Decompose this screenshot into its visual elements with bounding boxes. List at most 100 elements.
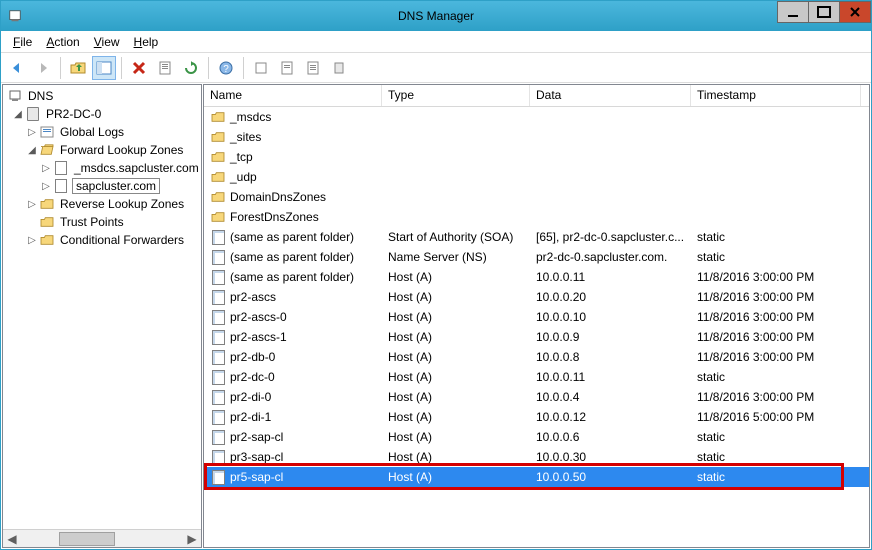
record-icon — [210, 429, 226, 445]
list-item[interactable]: pr2-ascs-0Host (A)10.0.0.1011/8/2016 3:0… — [204, 307, 869, 327]
properties-button[interactable] — [153, 56, 177, 80]
close-button[interactable] — [839, 1, 871, 23]
list-item[interactable]: pr2-db-0Host (A)10.0.0.811/8/2016 3:00:0… — [204, 347, 869, 367]
item-data: [65], pr2-dc-0.sapcluster.c... — [530, 230, 691, 244]
tree-msdcs-zone[interactable]: ▷ _msdcs.sapcluster.com — [3, 159, 201, 177]
item-type: Host (A) — [382, 290, 530, 304]
col-timestamp[interactable]: Timestamp — [691, 85, 861, 106]
tree-root[interactable]: DNS — [3, 87, 201, 105]
titlebar[interactable]: DNS Manager — [1, 1, 871, 31]
item-type: Host (A) — [382, 470, 530, 484]
maximize-button[interactable] — [808, 1, 840, 23]
record-icon — [210, 369, 226, 385]
list-body[interactable]: _msdcs_sites_tcp_udp DomainDnsZones Forest… — [204, 107, 869, 547]
toolbar-button-3[interactable] — [301, 56, 325, 80]
scroll-thumb[interactable] — [59, 532, 115, 546]
tree-root-label: DNS — [26, 89, 55, 103]
menu-help[interactable]: Help — [128, 33, 165, 51]
minimize-button[interactable] — [777, 1, 809, 23]
list-item[interactable]: _msdcs — [204, 107, 869, 127]
tree-global-logs[interactable]: ▷ Global Logs — [3, 123, 201, 141]
tree[interactable]: DNS ◢ PR2-DC-0 ▷ Global Logs ◢ Forward L… — [3, 85, 201, 529]
folder-open-icon — [39, 142, 55, 158]
item-name: pr5-sap-cl — [230, 470, 283, 484]
item-data: 10.0.0.6 — [530, 430, 691, 444]
tree-global-logs-label: Global Logs — [58, 125, 126, 139]
up-folder-button[interactable] — [66, 56, 90, 80]
back-button[interactable] — [5, 56, 29, 80]
dns-icon — [7, 88, 23, 104]
list-item[interactable]: pr2-di-1Host (A)10.0.0.1211/8/2016 5:00:… — [204, 407, 869, 427]
forward-button[interactable] — [31, 56, 55, 80]
item-name: pr3-sap-cl — [230, 450, 283, 464]
scroll-right-button[interactable]: ▶ — [183, 531, 201, 547]
record-icon — [210, 389, 226, 405]
item-type: Host (A) — [382, 330, 530, 344]
list-item[interactable]: ForestDnsZones — [204, 207, 869, 227]
tree-fwd-zones[interactable]: ◢ Forward Lookup Zones — [3, 141, 201, 159]
list-item[interactable]: pr3-sap-clHost (A)10.0.0.30static — [204, 447, 869, 467]
expand-icon[interactable]: ▷ — [25, 127, 39, 138]
record-icon — [210, 349, 226, 365]
menu-view[interactable]: View — [88, 33, 126, 51]
collapse-icon[interactable]: ◢ — [25, 145, 39, 156]
list-item[interactable]: pr2-ascs-1Host (A)10.0.0.911/8/2016 3:00… — [204, 327, 869, 347]
toolbar-button-2[interactable] — [275, 56, 299, 80]
list-item[interactable]: pr2-di-0Host (A)10.0.0.411/8/2016 3:00:0… — [204, 387, 869, 407]
toolbar-button-4[interactable] — [327, 56, 351, 80]
list-item[interactable]: pr2-sap-clHost (A)10.0.0.6static — [204, 427, 869, 447]
scroll-left-button[interactable]: ◀ — [3, 531, 21, 547]
delete-button[interactable] — [127, 56, 151, 80]
col-type[interactable]: Type — [382, 85, 530, 106]
list-item[interactable]: pr2-dc-0Host (A)10.0.0.11static — [204, 367, 869, 387]
toolbar-button-1[interactable] — [249, 56, 273, 80]
menu-file[interactable]: File — [7, 33, 38, 51]
refresh-button[interactable] — [179, 56, 203, 80]
help-button[interactable]: ? — [214, 56, 238, 80]
expand-icon[interactable]: ▷ — [39, 181, 53, 192]
tree-server-label: PR2-DC-0 — [44, 107, 103, 121]
tree-fwd-zones-label: Forward Lookup Zones — [58, 143, 185, 157]
item-name: (same as parent folder) — [230, 250, 354, 264]
svg-text:?: ? — [223, 64, 229, 75]
list-item[interactable]: (same as parent folder)Host (A)10.0.0.11… — [204, 267, 869, 287]
list-item[interactable]: _sites — [204, 127, 869, 147]
menu-action[interactable]: Action — [40, 33, 85, 51]
tree-server[interactable]: ◢ PR2-DC-0 — [3, 105, 201, 123]
record-icon — [210, 289, 226, 305]
tree-msdcs-label: _msdcs.sapcluster.com — [72, 161, 201, 175]
col-data[interactable]: Data — [530, 85, 691, 106]
tree-rev-zones-label: Reverse Lookup Zones — [58, 197, 186, 211]
expand-icon[interactable]: ▷ — [39, 163, 53, 174]
list-item[interactable]: (same as parent folder)Name Server (NS)p… — [204, 247, 869, 267]
list-item[interactable]: (same as parent folder)Start of Authorit… — [204, 227, 869, 247]
item-type: Host (A) — [382, 310, 530, 324]
tree-trust-points[interactable]: Trust Points — [3, 213, 201, 231]
col-name[interactable]: Name — [204, 85, 382, 106]
folder-icon — [39, 232, 55, 248]
collapse-icon[interactable]: ◢ — [11, 109, 25, 120]
item-data: 10.0.0.20 — [530, 290, 691, 304]
item-name: pr2-ascs-1 — [230, 330, 287, 344]
list-item[interactable]: DomainDnsZones — [204, 187, 869, 207]
list-item[interactable]: _udp — [204, 167, 869, 187]
item-timestamp: 11/8/2016 3:00:00 PM — [691, 290, 861, 304]
folder-icon — [39, 196, 55, 212]
item-name: DomainDnsZones — [230, 190, 326, 204]
item-type: Host (A) — [382, 270, 530, 284]
tree-hscroll[interactable]: ◀ ▶ — [3, 529, 201, 547]
show-hide-button[interactable] — [92, 56, 116, 80]
expand-icon[interactable]: ▷ — [25, 199, 39, 210]
tree-cond-fwd[interactable]: ▷ Conditional Forwarders — [3, 231, 201, 249]
list-item[interactable]: _tcp — [204, 147, 869, 167]
list-item[interactable]: pr5-sap-clHost (A)10.0.0.50static — [204, 467, 869, 487]
item-data: 10.0.0.12 — [530, 410, 691, 424]
record-icon — [210, 229, 226, 245]
server-icon — [25, 106, 41, 122]
tree-rev-zones[interactable]: ▷ Reverse Lookup Zones — [3, 195, 201, 213]
item-timestamp: static — [691, 250, 861, 264]
item-data: 10.0.0.11 — [530, 370, 691, 384]
list-item[interactable]: pr2-ascsHost (A)10.0.0.2011/8/2016 3:00:… — [204, 287, 869, 307]
expand-icon[interactable]: ▷ — [25, 235, 39, 246]
tree-sapcluster-zone[interactable]: ▷ sapcluster.com — [3, 177, 201, 195]
